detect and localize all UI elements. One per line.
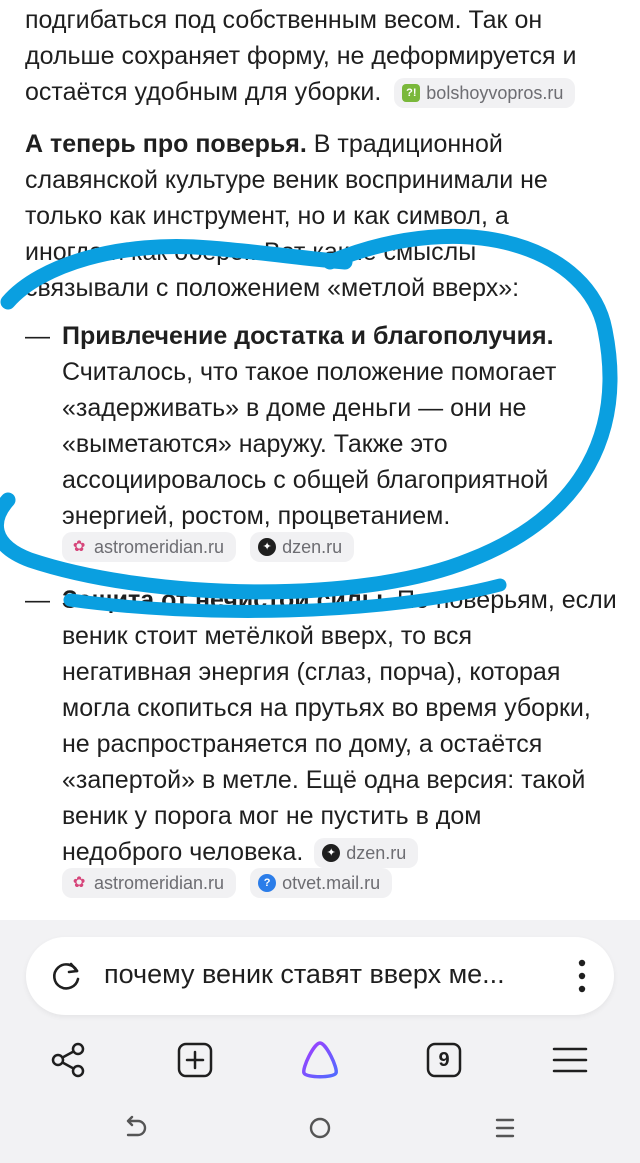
source-chip[interactable]: ✿ astromeridian.ru (62, 868, 237, 898)
article-content: подгибаться под собственным весом. Так о… (0, 0, 640, 920)
sources-row: ✿ astromeridian.ru ✦ dzen.ru (62, 532, 355, 562)
text-line: «запертой» в метле. Ещё одна версия: так… (62, 766, 586, 794)
text-line: дольше сохраняет форму, не деформируется… (25, 42, 577, 70)
text-span: В традиционной (306, 130, 503, 158)
back-icon (126, 1115, 147, 1137)
dzen-icon: ✦ (322, 844, 341, 863)
mail-answers-icon: ? (258, 874, 277, 892)
system-navigation-bar (0, 1108, 640, 1158)
source-chip[interactable]: ✿ astromeridian.ru (62, 532, 237, 562)
source-label: bolshoyvopros.ru (426, 83, 564, 104)
text-line: могла скопиться на прутьях во время убор… (62, 694, 591, 722)
text-line: связывали с положением «метлой вверх»: (25, 274, 520, 302)
tabs-button[interactable]: 9 (422, 1038, 466, 1082)
paragraph-beliefs: А теперь про поверья. В традиционной сла… (25, 126, 625, 306)
plus-square-icon (177, 1042, 213, 1078)
bolshoyvopros-icon: ?! (402, 84, 421, 103)
source-chip[interactable]: ✦ dzen.ru (314, 838, 419, 869)
hamburger-icon (552, 1047, 588, 1073)
text-line: подгибаться под собственным весом. Так о… (25, 6, 543, 34)
recents-icon (495, 1118, 515, 1138)
share-icon (51, 1042, 85, 1078)
search-query[interactable]: почему веник ставят вверх ме... (104, 959, 505, 990)
paragraph-intro: подгибаться под собственным весом. Так о… (25, 2, 625, 110)
source-label: otvet.mail.ru (282, 873, 381, 893)
text-line: «задерживать» в доме деньги — они не (62, 394, 527, 422)
bold-heading: Привлечение достатка и благополучия. (62, 322, 554, 350)
text-line: веник у порога мог не пустить в дом (62, 802, 482, 830)
list-dash: — (25, 586, 50, 614)
text-span: По поверьям, если (390, 586, 617, 614)
recents-button[interactable] (485, 1108, 525, 1148)
text-line: ассоциировалось с общей благоприятной (62, 466, 549, 494)
text-line: не распространяется по дому, а остаётся (62, 730, 543, 758)
source-chip[interactable]: ✦ dzen.ru (250, 532, 355, 562)
tabs-count: 9 (438, 1048, 450, 1071)
text-line: остаётся удобным для уборки. ?! bolshoyv… (25, 74, 625, 110)
alice-assistant-button[interactable] (298, 1038, 342, 1082)
browser-toolbar: 9 (0, 1038, 640, 1088)
text-span: остаётся удобным для уборки. (25, 78, 382, 106)
lotus-icon: ✿ (72, 538, 86, 555)
more-options-icon[interactable] (578, 959, 586, 993)
source-label: dzen.ru (282, 537, 343, 557)
list-item-body: Привлечение достатка и благополучия. Счи… (62, 318, 622, 534)
refresh-icon[interactable] (50, 959, 84, 993)
list-item-body: Защита от нечистой силы. По поверьям, ес… (62, 582, 622, 870)
lotus-icon: ✿ (72, 874, 86, 891)
source-label: astromeridian.ru (94, 873, 225, 893)
alice-icon (302, 1041, 338, 1079)
share-button[interactable] (46, 1038, 90, 1082)
home-icon (309, 1117, 331, 1139)
text-line: иногда и как оберег. Вот какие смыслы (25, 238, 477, 266)
dzen-icon: ✦ (258, 538, 277, 556)
text-line: Привлечение достатка и благополучия. (62, 318, 622, 354)
text-line: недоброго человека. ✦ dzen.ru (62, 834, 622, 870)
source-label: astromeridian.ru (94, 537, 225, 557)
bold-heading: Защита от нечистой силы. (62, 586, 391, 614)
text-line: энергией, ростом, процветанием. (62, 502, 451, 530)
back-button[interactable] (115, 1108, 155, 1148)
text-line: Защита от нечистой силы. По поверьям, ес… (62, 582, 622, 618)
menu-button[interactable] (548, 1038, 592, 1082)
text-line: «выметаются» наружу. Также это (62, 430, 448, 458)
bold-heading: А теперь про поверья. (25, 130, 307, 158)
text-line: А теперь про поверья. В традиционной (25, 126, 625, 162)
source-label: dzen.ru (346, 843, 407, 864)
sources-row: ✿ astromeridian.ru ? otvet.mail.ru (62, 868, 393, 898)
text-line: негативная энергия (сглаз, порча), котор… (62, 658, 561, 686)
source-chip[interactable]: ?! bolshoyvopros.ru (394, 78, 576, 109)
list-dash: — (25, 322, 50, 350)
new-tab-button[interactable] (173, 1038, 217, 1082)
search-bar[interactable]: почему веник ставят вверх ме... (26, 937, 614, 1015)
browser-bottom-panel: почему веник ставят вверх ме... 9 (0, 920, 640, 1163)
text-line: только как инструмент, но и как символ, … (25, 202, 509, 230)
text-line: славянской культуре веник воспринимали н… (25, 166, 548, 194)
text-line: Считалось, что такое положение помогает (62, 358, 557, 386)
source-chip[interactable]: ? otvet.mail.ru (250, 868, 393, 898)
text-span: недоброго человека. (62, 838, 304, 866)
home-button[interactable] (300, 1108, 340, 1148)
text-line: веник стоит метёлкой вверх, то вся (62, 622, 472, 650)
